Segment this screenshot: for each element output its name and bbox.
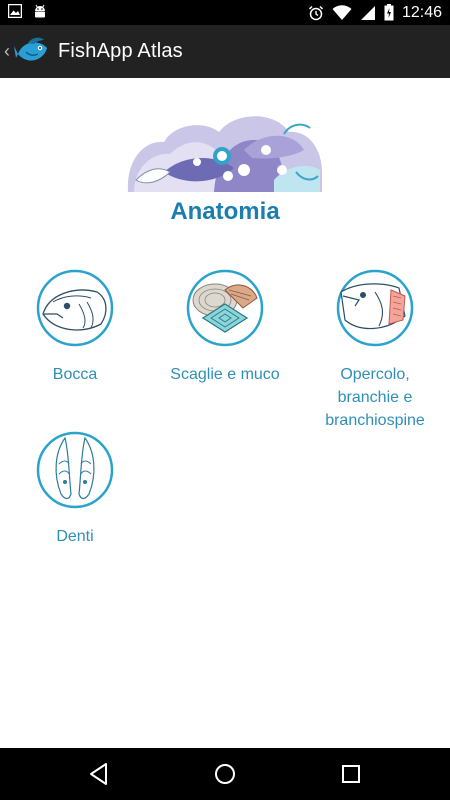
back-icon[interactable] — [86, 761, 112, 787]
fish-mouth-icon — [36, 269, 114, 347]
status-time: 12:46 — [401, 4, 442, 21]
tile-label: Bocca — [52, 366, 98, 383]
section-title: Anatomia — [170, 198, 280, 225]
image-icon — [8, 4, 22, 18]
up-caret-icon[interactable]: ‹ — [4, 41, 12, 62]
alarm-icon — [308, 5, 323, 20]
tile-label: Scaglie e muco — [170, 366, 280, 383]
tile-denti[interactable]: Denti — [0, 430, 150, 548]
app-logo-icon[interactable] — [14, 34, 50, 70]
anatomy-screen: Anatomia Bocca Scaglie e muco Opercolo, … — [0, 78, 450, 748]
tile-label-line: branchiospine — [325, 412, 425, 429]
app-title: FishApp Atlas — [58, 40, 183, 62]
recents-icon[interactable] — [338, 761, 364, 787]
tile-label-line: branchie e — [337, 389, 413, 406]
android-icon — [35, 4, 45, 18]
signal-icon — [360, 5, 375, 20]
fish-scales-icon — [186, 269, 264, 347]
battery-icon — [384, 4, 394, 21]
tile-bocca[interactable]: Bocca — [0, 268, 150, 386]
tile-label: Denti — [56, 528, 94, 545]
home-icon[interactable] — [212, 761, 238, 787]
nav-bar — [0, 748, 450, 800]
fish-teeth-icon — [36, 431, 114, 509]
tile-label-line: Opercolo, — [340, 366, 410, 383]
tile-scaglie-e-muco[interactable]: Scaglie e muco — [150, 268, 300, 386]
wifi-icon — [332, 4, 352, 20]
tile-opercolo-branchie-branchiospine[interactable]: Opercolo, branchie e branchiospine — [300, 268, 450, 432]
status-bar: 12:46 — [0, 0, 450, 25]
tile-label: Opercolo, branchie e branchiospine — [300, 363, 450, 432]
fish-gill-icon — [336, 269, 414, 347]
action-bar: ‹ FishApp Atlas — [0, 25, 450, 78]
anatomy-banner-image — [127, 116, 322, 192]
